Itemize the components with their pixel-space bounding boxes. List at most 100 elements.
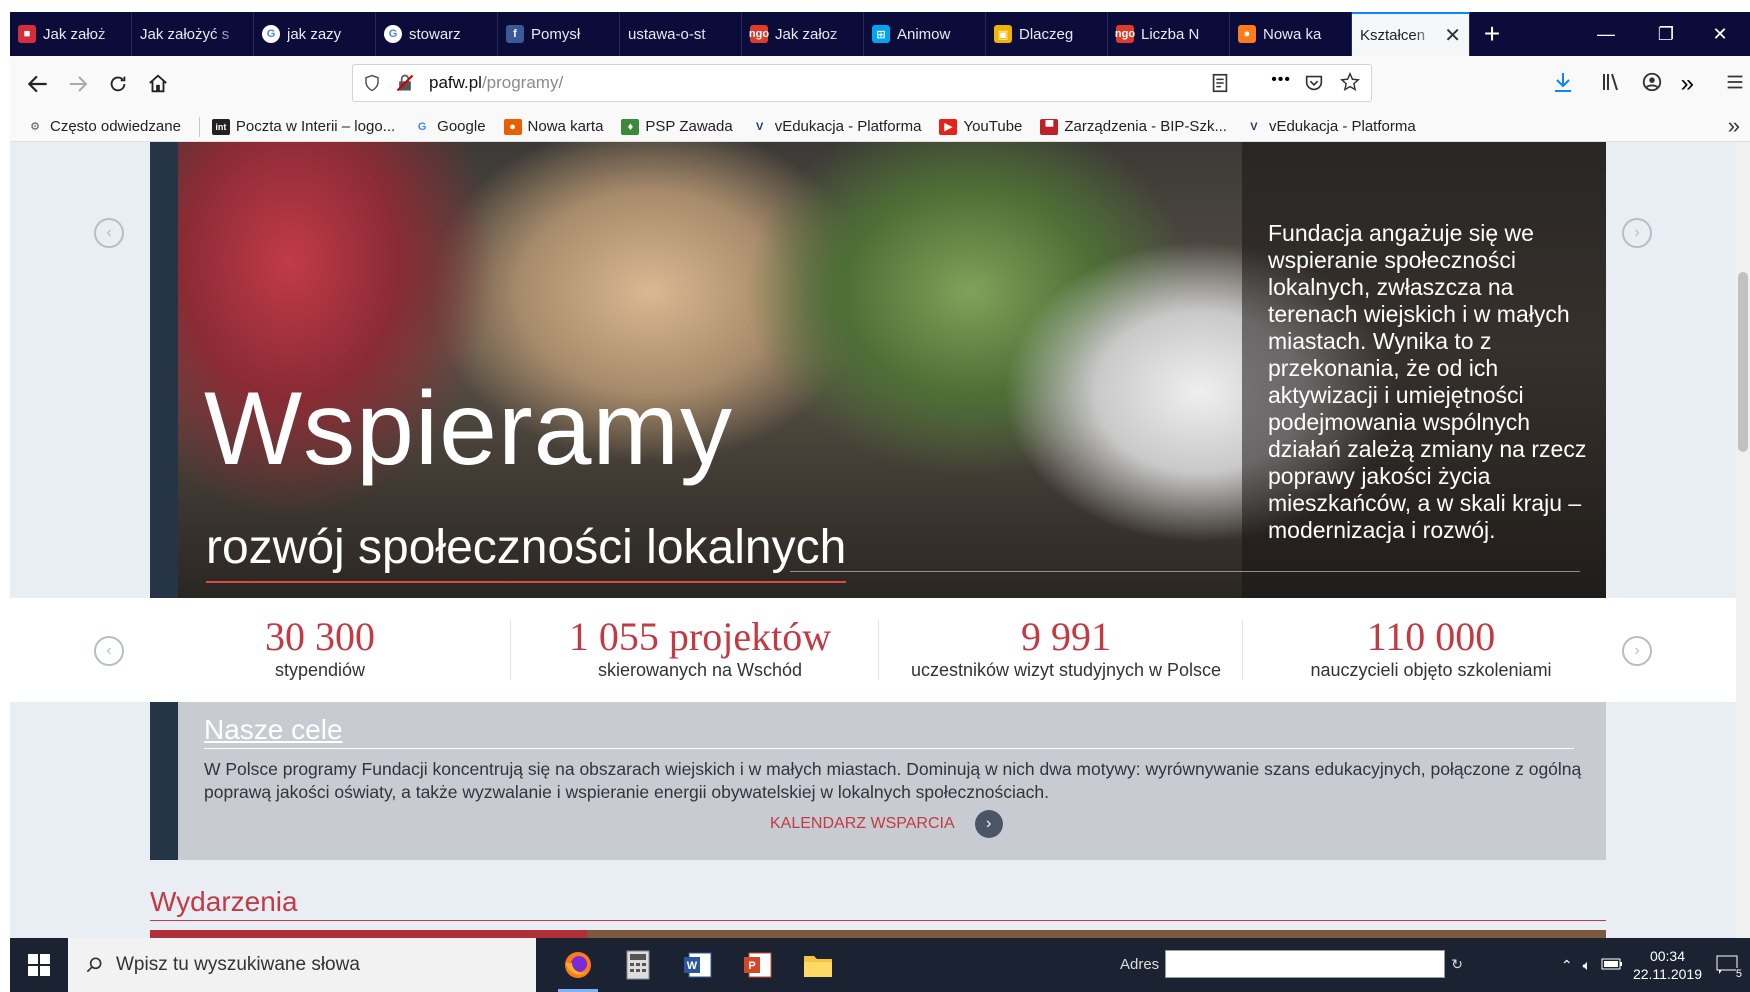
bookmark-label: vEdukacja - Platforma (774, 118, 922, 135)
hero-title: Wspieramy (204, 371, 734, 487)
tab[interactable]: ustawa-o-st (620, 12, 742, 56)
taskbar-firefox[interactable] (548, 938, 608, 992)
tab[interactable]: ngo Jak załoz (742, 12, 864, 56)
bookmark-item[interactable]: ● Nowa karta (503, 118, 603, 135)
stat-item: 110 000 nauczycieli objęto szkoleniami (1256, 616, 1606, 681)
bookmark-label: YouTube (963, 118, 1023, 135)
back-button[interactable] (18, 64, 58, 104)
stat-divider (1242, 620, 1243, 680)
download-icon[interactable] (1551, 70, 1575, 99)
firefox-icon: ● (1238, 25, 1256, 43)
hamburger-menu-icon[interactable] (1724, 71, 1746, 98)
bookmark-label: Google (437, 118, 486, 135)
clock[interactable]: 00:34 22.11.2019 (1633, 947, 1702, 983)
overflow-menu-icon[interactable]: » (1681, 70, 1694, 98)
scrollbar[interactable] (1736, 142, 1750, 938)
url-bar[interactable]: pafw.pl/programy/ ••• (352, 64, 1372, 102)
insecure-lock-icon[interactable] (395, 73, 415, 93)
bookmarks-overflow-icon[interactable]: » (1728, 113, 1740, 139)
bookmark-item[interactable]: VvEdukacja - Platforma (751, 118, 922, 135)
hero-next-arrow-icon[interactable]: › (1622, 218, 1652, 248)
close-icon[interactable]: ✕ (1444, 23, 1461, 48)
bookmark-item[interactable]: ⚙ Często odwiedzane (26, 118, 181, 135)
svg-text:P: P (748, 960, 755, 972)
tab[interactable]: ⊞ Animow (864, 12, 986, 56)
address-label: Adres (1120, 955, 1160, 973)
hero-divider (790, 571, 1580, 572)
account-icon[interactable] (1641, 71, 1663, 98)
bookmark-item[interactable]: G Google (413, 118, 486, 135)
close-window-button[interactable]: ✕ (1690, 12, 1750, 56)
powerpoint-icon: P (744, 952, 772, 978)
forward-button[interactable] (58, 64, 98, 104)
restore-button[interactable]: ❐ (1636, 12, 1696, 56)
bookmark-item[interactable]: ▀ Zarządzenia - BIP-Szk... (1040, 118, 1227, 135)
address-input[interactable] (1165, 950, 1446, 978)
taskbar-search[interactable]: Wpisz tu wyszukiwane słowa (68, 938, 536, 992)
url-host: pafw.pl (429, 73, 482, 92)
page-actions-icon[interactable]: ••• (1271, 71, 1291, 89)
bookmarks-toolbar: ⚙ Często odwiedzane int Poczta w Interii – … (10, 112, 1750, 142)
chevron-right-icon[interactable]: › (974, 810, 1003, 838)
hero-subtitle: rozwój społeczności lokalnych (206, 520, 847, 583)
hero-prev-arrow-icon[interactable]: ‹ (94, 218, 124, 248)
goals-title[interactable]: Nasze cele (204, 714, 343, 746)
tab-label: Liczba N (1141, 25, 1200, 43)
hero-banner: Wspieramy rozwój społeczności lokalnych … (150, 142, 1606, 598)
notifications-icon[interactable]: 5 (1712, 950, 1742, 980)
hero-side-bar (150, 142, 178, 598)
arrow-left-icon (27, 75, 47, 93)
tab-active[interactable]: Kształcen ✕ (1352, 12, 1470, 56)
notifications-count: 5 (1735, 968, 1742, 980)
tab-label: Animow (897, 25, 951, 43)
tab[interactable]: ● Nowa ka (1230, 12, 1352, 56)
taskbar-publisher[interactable]: W (668, 938, 728, 992)
star-icon[interactable] (1339, 71, 1361, 98)
tab[interactable]: ngo Liczba N (1108, 12, 1230, 56)
taskbar-powerpoint[interactable]: P (728, 938, 788, 992)
tab[interactable]: ■ Jak założ (10, 12, 132, 56)
goals-section: Nasze cele W Polsce programy Fundacji ko… (150, 702, 1606, 860)
reader-view-icon[interactable] (1209, 72, 1231, 99)
stats-next-arrow-icon[interactable]: › (1622, 636, 1652, 666)
firefox-icon: ● (503, 118, 522, 135)
scrollbar-thumb[interactable] (1738, 272, 1748, 452)
page-content: Wspieramy rozwój społeczności lokalnych … (10, 142, 1750, 938)
tab[interactable]: Gjak zazy (254, 12, 376, 56)
arrow-right-icon (70, 76, 88, 92)
tab[interactable]: Jak założyć s (132, 12, 254, 56)
home-button[interactable] (138, 64, 178, 104)
windows-logo-icon (28, 954, 50, 976)
shield-icon[interactable] (363, 74, 381, 92)
tab-label: jak zazy (287, 25, 342, 43)
events-heading[interactable]: Wydarzenia (150, 886, 298, 918)
new-tab-button[interactable]: + (1470, 12, 1514, 56)
taskbar-calculator[interactable] (608, 938, 668, 992)
tab[interactable]: f Pomysł (498, 12, 620, 56)
pocket-icon[interactable] (1303, 72, 1325, 99)
library-icon[interactable] (1599, 70, 1623, 99)
bookmark-item[interactable]: ♦ PSP Zawada (621, 118, 733, 135)
goals-divider (204, 748, 1574, 749)
tab[interactable]: ▣ Dlaczeg (986, 12, 1108, 56)
chevron-up-icon[interactable]: ⌃ (1561, 957, 1573, 974)
battery-icon[interactable] (1601, 957, 1623, 973)
bookmark-item[interactable]: VvEdukacja - Platforma (1245, 118, 1415, 135)
bookmark-item[interactable]: ▶ YouTube (939, 118, 1022, 135)
refresh-icon[interactable]: ↻ (1451, 956, 1463, 973)
google-icon: G (384, 25, 402, 43)
calendar-link[interactable]: KALENDARZ WSPARCIA › (770, 810, 1003, 838)
start-button[interactable] (10, 938, 68, 992)
microsoft-icon: ⊞ (872, 25, 890, 43)
volume-icon[interactable]: 🔈︎ (1583, 957, 1591, 974)
tab-label: stowarz (409, 25, 461, 43)
stats-prev-arrow-icon[interactable]: ‹ (94, 636, 124, 666)
tab[interactable]: Gstowarz (376, 12, 498, 56)
reload-button[interactable] (98, 64, 138, 104)
taskbar-explorer[interactable] (788, 938, 848, 992)
bookmark-item[interactable]: int Poczta w Interii – logo... (211, 118, 395, 135)
stat-label: skierowanych na Wschód (597, 660, 803, 680)
minimize-button[interactable]: — (1576, 12, 1636, 56)
toolbar-right: » (1551, 64, 1750, 104)
stats-strip: ‹ 30 300 stypendiów 1 055 projektów skie… (10, 598, 1750, 702)
